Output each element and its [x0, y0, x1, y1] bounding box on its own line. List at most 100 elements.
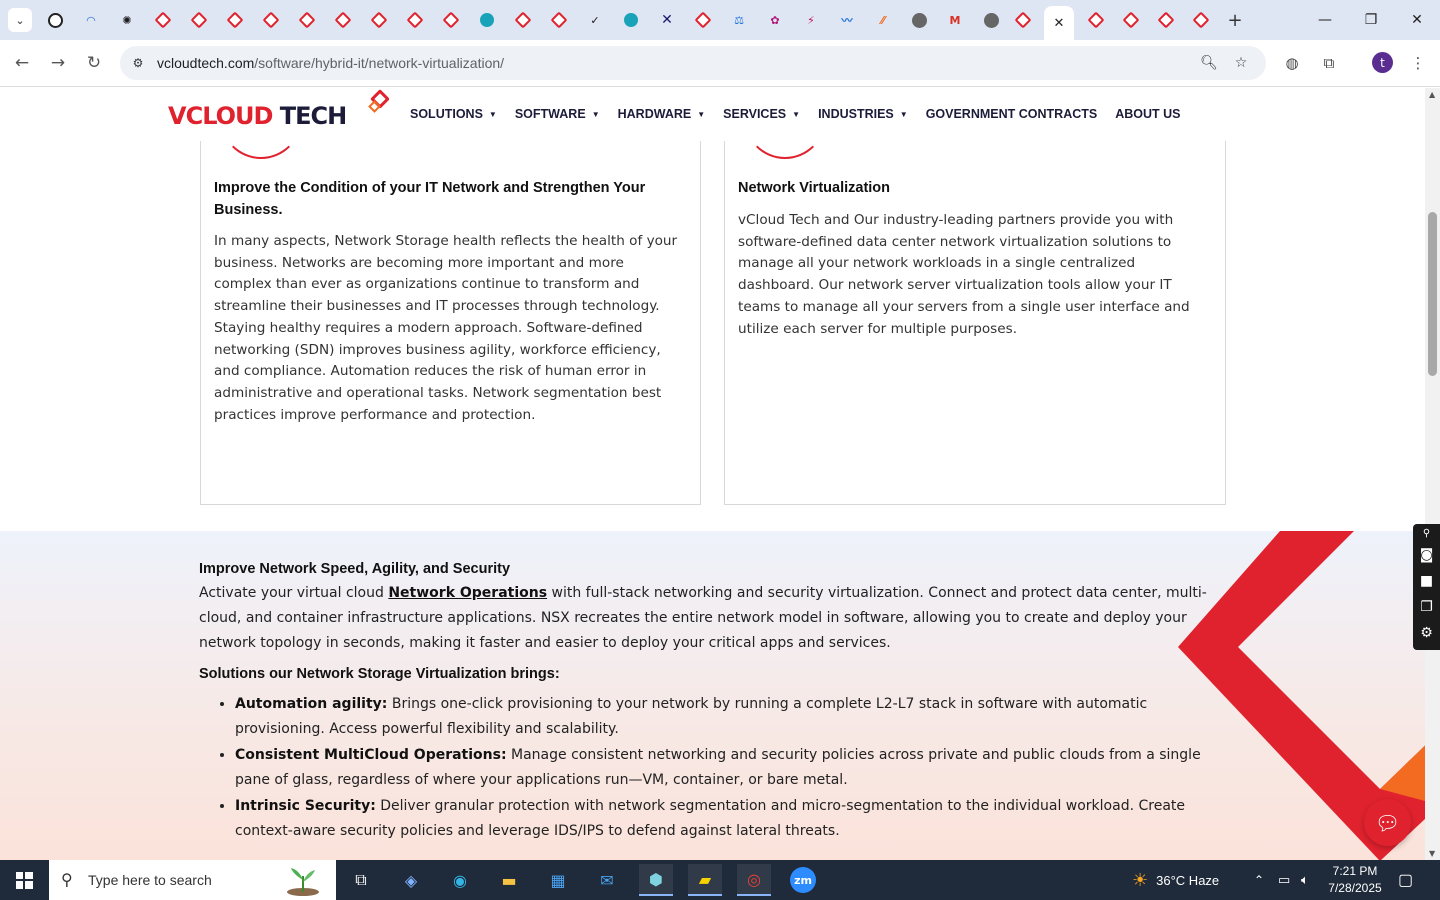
weather-widget[interactable]: ☀ 36°C Haze [1132, 860, 1219, 900]
new-tab-button[interactable]: + [1224, 9, 1246, 31]
restore-button[interactable]: ❐ [1359, 8, 1383, 32]
nav-item-government-contracts[interactable]: GOVERNMENT CONTRACTS [926, 107, 1098, 121]
browser-tab[interactable]: ⁄⁄ [865, 6, 901, 34]
browser-tab[interactable] [1183, 6, 1219, 34]
chrome-icon[interactable]: ◎ [737, 864, 771, 896]
browser-tab[interactable] [37, 6, 73, 34]
browser-tab[interactable] [613, 6, 649, 34]
browser-tab[interactable] [253, 6, 289, 34]
browser-tab[interactable]: ⚖ [721, 6, 757, 34]
diamond-icon [370, 11, 388, 29]
nav-item-industries[interactable]: INDUSTRIES ▼ [818, 107, 908, 121]
translate-icon[interactable]: ◍ [1281, 52, 1303, 74]
browser-toolbar: ← → ↻ ⚙ vcloudtech.com/software/hybrid-i… [0, 40, 1440, 87]
browser-tab[interactable]: ⚡ [793, 6, 829, 34]
address-bar[interactable]: ⚙ vcloudtech.com/software/hybrid-it/netw… [120, 46, 1266, 80]
browser-tab[interactable] [541, 6, 577, 34]
copilot-icon[interactable]: ◈ [394, 864, 428, 896]
browser-tab[interactable]: ◠ [73, 6, 109, 34]
browser-tab[interactable] [973, 6, 1009, 34]
list-item-term: Consistent MultiCloud Operations: [235, 747, 507, 763]
list-item: Automation agility: Brings one-click pro… [235, 692, 1229, 742]
bookmark-star-icon[interactable]: ☆ [1232, 54, 1250, 72]
forward-button[interactable]: → [46, 51, 70, 75]
site-info-icon[interactable]: ⚙ [130, 55, 146, 71]
volume-icon[interactable]: 🔈︎ [1301, 860, 1309, 900]
chat-button[interactable]: 💬︎ [1364, 799, 1411, 846]
zoom-icon[interactable]: 🔍︎ [1200, 54, 1218, 72]
browser-tab[interactable] [181, 6, 217, 34]
taskbar-search[interactable]: ⚲ Type here to search [49, 860, 336, 900]
diamond-icon [1087, 11, 1105, 29]
browser-tab[interactable] [1148, 6, 1184, 34]
gear-icon[interactable]: ⚙ [1413, 620, 1440, 646]
camera-icon[interactable]: ◙ [1413, 542, 1440, 568]
scroll-up-arrow-icon[interactable]: ▲ [1429, 90, 1435, 99]
extensions-icon[interactable]: ⧉ [1318, 52, 1340, 74]
nav-item-services[interactable]: SERVICES ▼ [723, 107, 800, 121]
profile-avatar[interactable]: t [1372, 52, 1393, 73]
weather-text: 36°C Haze [1156, 872, 1220, 888]
browser-tab[interactable] [397, 6, 433, 34]
tab-search-button[interactable]: ⌄ [8, 8, 32, 32]
browser-tab[interactable]: ✕ [649, 6, 685, 34]
zoom-app-icon[interactable]: zm [786, 864, 820, 896]
browser-tab[interactable] [469, 6, 505, 34]
browser-tab[interactable] [361, 6, 397, 34]
browser-tab[interactable] [325, 6, 361, 34]
copy-icon[interactable]: ❐ [1413, 594, 1440, 620]
browser-tab[interactable] [901, 6, 937, 34]
browser-tab[interactable] [685, 6, 721, 34]
show-hidden-icons-icon[interactable]: ⌃ [1254, 860, 1264, 900]
browser-tab[interactable] [505, 6, 541, 34]
browser-tab-active[interactable]: ✕ [1044, 6, 1074, 40]
card-title: Improve the Condition of your IT Network… [214, 180, 646, 218]
browser-tab[interactable] [1113, 6, 1149, 34]
scroll-thumb[interactable] [1428, 212, 1437, 376]
nav-item-about-us[interactable]: ABOUT US [1115, 107, 1180, 121]
network-operations-link[interactable]: Network Operations [388, 585, 547, 601]
sticky-notes-icon[interactable]: ▰ [688, 864, 722, 896]
close-icon[interactable]: ✕ [1052, 16, 1067, 31]
scales-icon: ⚖ [734, 13, 744, 27]
browser-tab[interactable] [217, 6, 253, 34]
clock-date: 7/28/2025 [1328, 881, 1382, 895]
scroll-down-arrow-icon[interactable]: ▼ [1429, 849, 1435, 858]
task-view-icon[interactable]: ⧉ [344, 864, 378, 896]
close-window-button[interactable]: ✕ [1405, 8, 1429, 32]
video-camera-icon[interactable]: ■ [1413, 568, 1440, 594]
openai-icon: ✺ [122, 13, 132, 27]
url-text[interactable]: vcloudtech.com/software/hybrid-it/networ… [157, 55, 504, 71]
browser-tab[interactable] [145, 6, 181, 34]
minimize-button[interactable]: — [1313, 8, 1337, 32]
nav-item-hardware[interactable]: HARDWARE ▼ [618, 107, 706, 121]
system-clock[interactable]: 7:21 PM 7/28/2025 [1320, 863, 1390, 897]
site-logo[interactable]: VCLOUD TECH [168, 89, 398, 134]
mail-icon[interactable]: ✉ [590, 864, 624, 896]
back-button[interactable]: ← [10, 51, 34, 75]
browser-tab[interactable]: 〰 [829, 6, 865, 34]
edge-icon[interactable]: ◉ [443, 864, 477, 896]
page-scrollbar[interactable]: ▲ ▼ [1425, 88, 1440, 860]
windows-taskbar: ⚲ Type here to search ⧉ ◈ ◉ ▬ ▦ ✉ ⬢ ▰ ◎ … [0, 860, 1440, 900]
network-icon[interactable]: ▭ [1278, 860, 1290, 900]
browser-tab[interactable]: ✿ [757, 6, 793, 34]
browser-tab[interactable]: ✺ [109, 6, 145, 34]
notifications-icon[interactable]: ▢ [1398, 860, 1413, 900]
browser-tab[interactable] [1078, 6, 1114, 34]
nav-item-solutions[interactable]: SOLUTIONS ▼ [410, 107, 497, 121]
link-icon[interactable]: ⚲ [1413, 524, 1440, 542]
floating-capture-toolbar: ⚲ ◙ ■ ❐ ⚙ [1413, 524, 1440, 650]
browser-menu-icon[interactable]: ⋮ [1407, 52, 1429, 74]
nav-item-software[interactable]: SOFTWARE ▼ [515, 107, 600, 121]
browser-tab[interactable] [433, 6, 469, 34]
start-button[interactable] [0, 860, 48, 900]
file-explorer-icon[interactable]: ▬ [492, 864, 526, 896]
browser-tab[interactable] [289, 6, 325, 34]
app-hexagon-icon[interactable]: ⬢ [639, 864, 673, 896]
reload-button[interactable]: ↻ [82, 51, 106, 75]
store-icon[interactable]: ▦ [541, 864, 575, 896]
browser-tab[interactable]: M [937, 6, 973, 34]
browser-tab[interactable] [1005, 6, 1041, 34]
browser-tab[interactable]: ✓ [577, 6, 613, 34]
